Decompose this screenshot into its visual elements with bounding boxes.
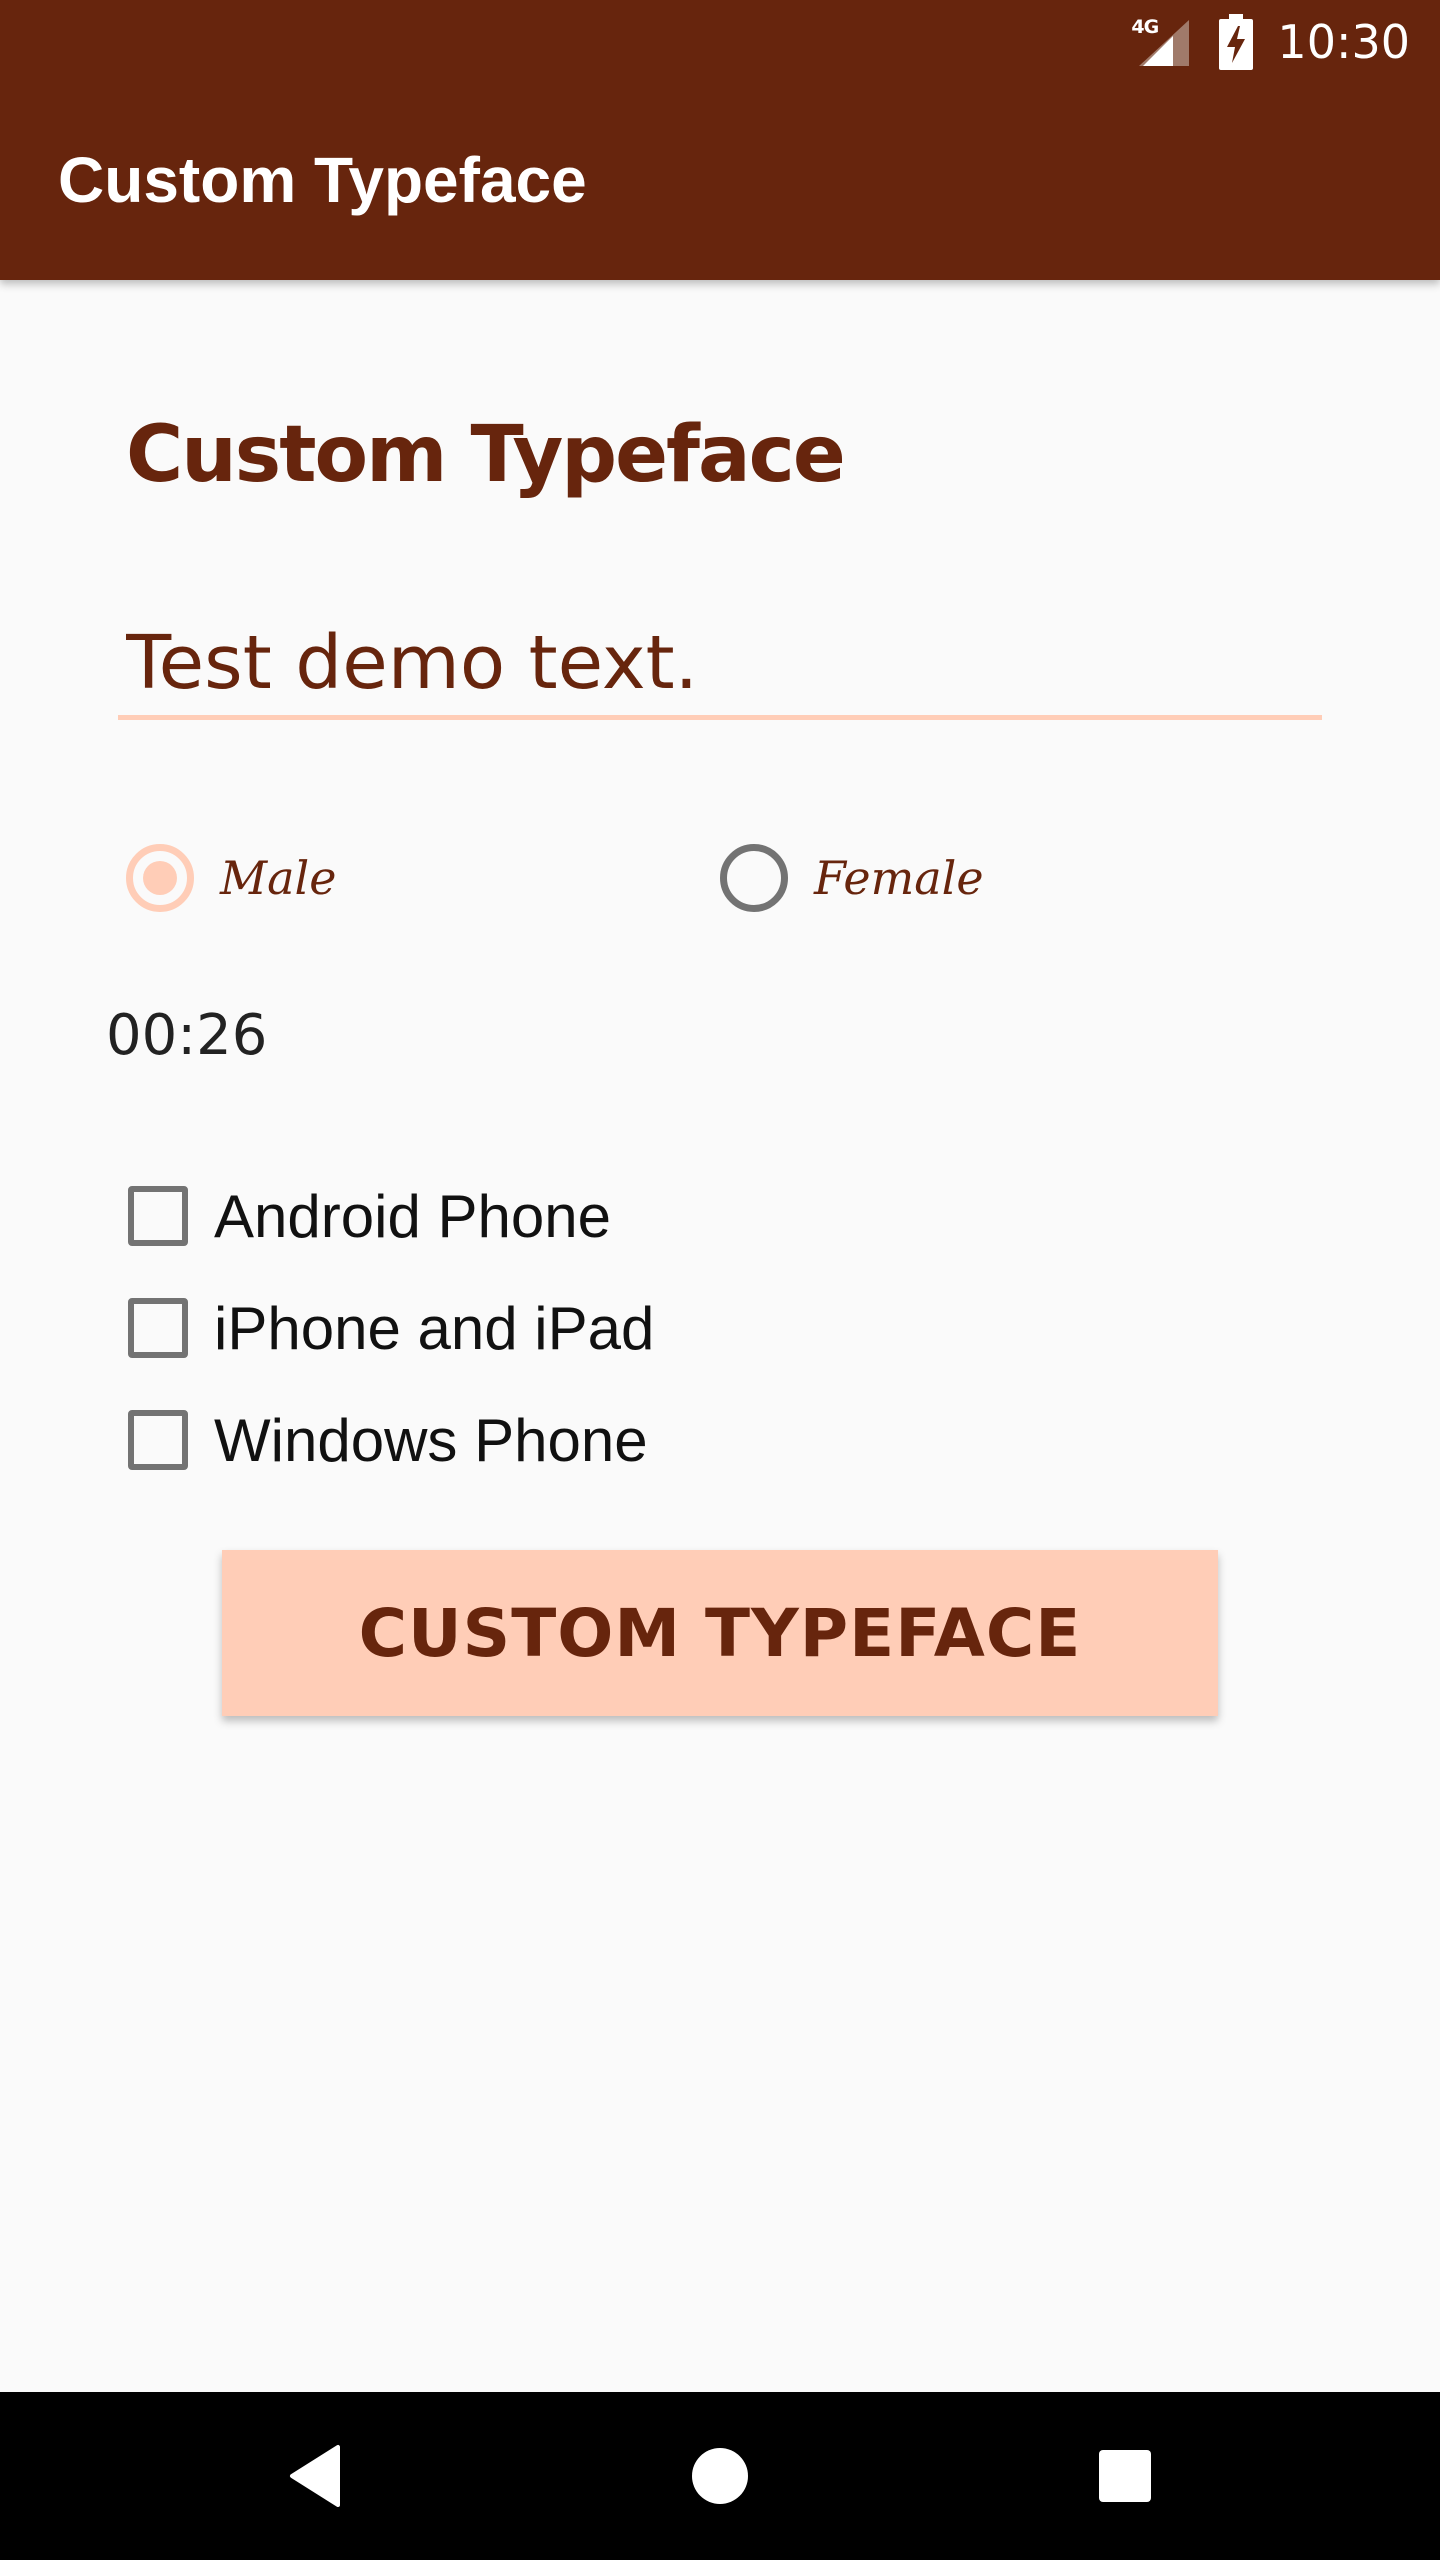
checkbox-windows-phone[interactable]: Windows Phone <box>128 1384 1128 1496</box>
status-time: 10:30 <box>1277 15 1410 69</box>
radio-checked-icon[interactable] <box>126 844 194 912</box>
checkbox-android-phone[interactable]: Android Phone <box>128 1160 1128 1272</box>
cellular-signal-icon: 4G <box>1131 14 1191 70</box>
checkbox-unchecked-icon[interactable] <box>128 1298 188 1358</box>
back-icon[interactable] <box>286 2443 346 2509</box>
checkbox-unchecked-icon[interactable] <box>128 1410 188 1470</box>
status-icons: 4G 10:30 <box>1131 12 1410 72</box>
checkbox-label[interactable]: Windows Phone <box>214 1406 648 1475</box>
custom-typeface-button[interactable]: CUSTOM TYPEFACE <box>222 1550 1218 1716</box>
navigation-bar <box>0 2392 1440 2560</box>
radio-female-label[interactable]: Female <box>814 851 984 905</box>
checkbox-unchecked-icon[interactable] <box>128 1186 188 1246</box>
home-button[interactable] <box>620 2392 820 2560</box>
radio-male-label[interactable]: Male <box>220 851 336 905</box>
app-bar: Custom Typeface <box>0 84 1440 280</box>
checkbox-label[interactable]: iPhone and iPad <box>214 1294 654 1363</box>
battery-charging-icon <box>1219 14 1254 70</box>
app-bar-title: Custom Typeface <box>58 144 587 216</box>
recents-icon[interactable] <box>1097 2448 1153 2504</box>
radio-male[interactable]: Male <box>126 838 336 918</box>
main-content: Custom Typeface Male Female 00:26 Androi… <box>0 280 1440 2392</box>
radio-female[interactable]: Female <box>720 838 984 918</box>
top-bar: 4G 10:30 Custom Typeface <box>0 0 1440 280</box>
page-heading: Custom Typeface <box>126 410 846 500</box>
checkbox-iphone-ipad[interactable]: iPhone and iPad <box>128 1272 1128 1384</box>
demo-text-input[interactable] <box>118 610 1322 720</box>
timer-text: 00:26 <box>106 1003 268 1068</box>
checkbox-label[interactable]: Android Phone <box>214 1182 611 1251</box>
recents-button[interactable] <box>1025 2392 1225 2560</box>
home-icon[interactable] <box>690 2446 750 2506</box>
gender-radio-group: Male Female <box>126 838 1326 918</box>
back-button[interactable] <box>216 2392 416 2560</box>
radio-unchecked-icon[interactable] <box>720 844 788 912</box>
device-checkbox-list: Android Phone iPhone and iPad Windows Ph… <box>128 1160 1128 1496</box>
status-bar: 4G 10:30 <box>0 0 1440 84</box>
